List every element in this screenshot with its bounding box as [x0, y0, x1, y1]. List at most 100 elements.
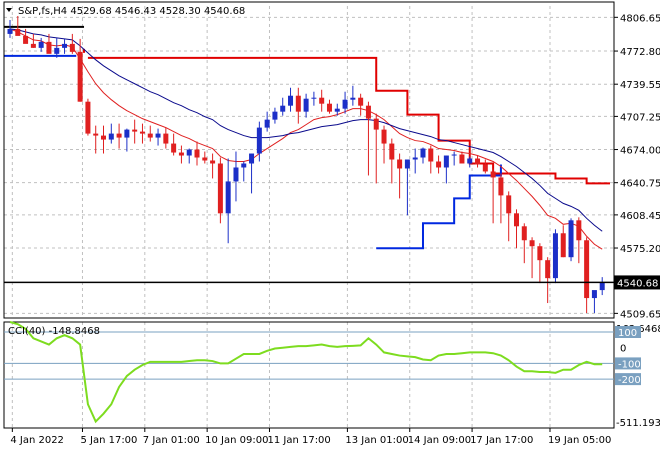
- candle-bear: [513, 213, 519, 227]
- symbol-label: S&P,fs,H4 4529.68 4546.43 4528.30 4540.6…: [18, 6, 245, 17]
- candle-bear: [506, 195, 512, 214]
- candle-bear: [459, 154, 465, 164]
- price-panel-frame: [3, 1, 615, 319]
- candle-bear: [584, 240, 590, 299]
- candle-bear: [46, 41, 52, 54]
- candle-bull: [451, 154, 457, 156]
- ema-slow-line: [9, 28, 603, 232]
- cci-tick-label: -100: [618, 359, 641, 370]
- candle-bull: [233, 167, 239, 182]
- candle-bear: [15, 28, 21, 36]
- y-tick-label: 4608.45: [620, 211, 660, 222]
- candle-bear: [147, 133, 153, 138]
- candle-bear: [576, 220, 582, 241]
- stop-line-up: [87, 56, 610, 185]
- candle-bear: [389, 143, 395, 160]
- candle-bull: [420, 148, 426, 158]
- candle-bull: [334, 108, 340, 112]
- candle-bull: [443, 155, 449, 168]
- cci-tick-label: 100: [618, 328, 637, 339]
- chart-root: 4540.68 4806.65 4772.80 4739.55 4707.25 4674…: [3, 1, 660, 446]
- candle-bear: [178, 152, 184, 156]
- grid: [4, 6, 614, 428]
- candle-bull: [311, 97, 317, 99]
- candle-bear: [139, 131, 145, 134]
- candle-bull: [249, 153, 255, 164]
- y-tick-label: 4806.65: [620, 13, 660, 24]
- candle-bear: [397, 159, 403, 169]
- dropdown-arrow-icon: [6, 8, 12, 12]
- candle-bull: [264, 119, 270, 128]
- candle-bear: [217, 163, 223, 214]
- candle-bull: [350, 97, 356, 100]
- x-tick-label: 4 Jan 2022: [10, 435, 64, 446]
- x-tick-label: 14 Jan 09:00: [408, 435, 471, 446]
- candle-bull: [186, 149, 192, 156]
- candle-bear: [210, 160, 216, 164]
- candle-bear: [85, 101, 91, 134]
- x-tick-label: 17 Jan 17:00: [470, 435, 533, 446]
- cci-tick-label: -511.1939: [616, 418, 660, 429]
- candle-bear: [132, 129, 138, 132]
- candle-bear: [202, 157, 208, 161]
- x-tick-label: 5 Jan 17:00: [80, 435, 137, 446]
- current-price-label: 4540.68: [617, 278, 658, 289]
- candle-bear: [490, 171, 496, 178]
- candle-bull: [552, 233, 558, 279]
- candle-bull: [256, 127, 262, 154]
- candle-bear: [436, 161, 442, 168]
- cci-panel-frame: [3, 321, 615, 429]
- cci-tick-label: -200: [618, 375, 641, 386]
- candle-bull: [342, 99, 348, 109]
- candle-bull: [241, 163, 247, 168]
- y-tick-label: 4640.75: [620, 179, 660, 190]
- candle-bull: [7, 28, 13, 34]
- candle-bear: [30, 43, 36, 48]
- candle-bull: [288, 95, 294, 106]
- candle-bull: [108, 133, 114, 140]
- candle-bear: [163, 133, 169, 144]
- candle-bear: [69, 43, 75, 52]
- candle-bear: [295, 95, 301, 112]
- candle-bull: [54, 47, 60, 54]
- candle-bull: [272, 111, 278, 120]
- x-tick-label: 19 Jan 05:00: [548, 435, 611, 446]
- candle-bear: [101, 135, 107, 140]
- candle-bear: [116, 133, 122, 138]
- candle-bear: [171, 143, 177, 153]
- candle-bear: [194, 149, 200, 158]
- candle-bull: [412, 157, 418, 160]
- candle-bear: [475, 158, 481, 165]
- candle-bull: [404, 159, 410, 169]
- candle-bull: [280, 105, 286, 112]
- cci-title: CCI(40) -148.8468: [8, 326, 100, 337]
- candle-bear: [428, 148, 434, 162]
- candle-bull: [303, 98, 309, 112]
- y-tick-label: 4707.25: [620, 112, 660, 123]
- candle-bear: [373, 118, 379, 130]
- y-tick-label: 4509.65: [620, 309, 660, 320]
- x-tick-label: 10 Jan 09:00: [205, 435, 268, 446]
- candle-bear: [23, 35, 29, 44]
- x-tick-label: 13 Jan 01:00: [345, 435, 408, 446]
- candle-bear: [529, 240, 535, 247]
- candle-bull: [591, 290, 597, 299]
- candle-bear: [358, 97, 364, 106]
- candle-bear: [326, 103, 332, 112]
- candle-bear: [381, 129, 387, 144]
- candle-bear: [521, 226, 527, 241]
- x-tick-label: 7 Jan 01:00: [143, 435, 200, 446]
- candle-bull: [124, 129, 130, 138]
- cci-tick-label: 0: [620, 344, 626, 355]
- candle-bull: [38, 41, 44, 48]
- y-tick-label: 4739.55: [620, 80, 660, 91]
- candle-bear: [319, 97, 325, 104]
- candle-bear: [77, 51, 83, 102]
- y-tick-label: 4575.20: [620, 244, 660, 255]
- candle-bear: [498, 177, 504, 196]
- cci-panel[interactable]: 163.64681000-100-200-511.1939: [4, 321, 660, 429]
- candle-bull: [155, 133, 161, 138]
- moving-averages: [9, 28, 603, 250]
- candle-bull: [467, 158, 473, 164]
- candle-bull: [599, 282, 605, 291]
